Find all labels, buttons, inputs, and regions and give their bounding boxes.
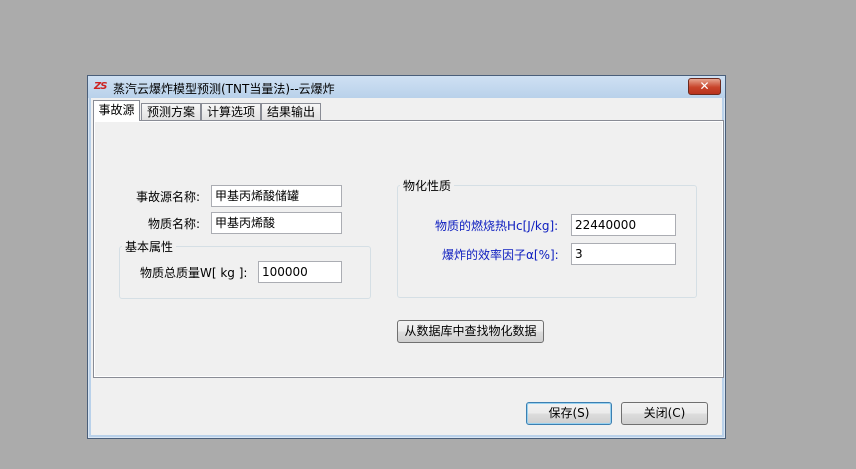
- desktop: { "window": { "title": "蒸汽云爆炸模型预测(TNT当量法…: [0, 0, 856, 469]
- lookup-database-button[interactable]: 从数据库中查找物化数据: [397, 320, 544, 343]
- physchem-properties-group: 物化性质 物质的燃烧热Hc[J/kg]: 22440000 爆炸的效率因子α[%…: [397, 177, 697, 298]
- window-title: 蒸汽云爆炸模型预测(TNT当量法)--云爆炸: [113, 82, 335, 96]
- total-mass-label: 物质总质量W[ kg ]:: [140, 266, 248, 280]
- tab-prediction-plan[interactable]: 预测方案: [141, 103, 201, 120]
- tab-panel-accident-source: 事故源名称: 甲基丙烯酸储罐 物质名称: 甲基丙烯酸 基本属性 物质总质量W[ …: [93, 120, 724, 378]
- close-button[interactable]: 关闭(C): [621, 402, 708, 425]
- title-bar[interactable]: ZS 蒸汽云爆炸模型预测(TNT当量法)--云爆炸 ✕: [88, 76, 725, 98]
- dialog-client: 事故源 预测方案 计算选项 结果输出 事故源名称: 甲基丙烯酸储罐 物质名称: …: [91, 98, 724, 435]
- accident-source-name-label: 事故源名称:: [136, 190, 201, 204]
- tab-accident-source[interactable]: 事故源: [93, 100, 140, 121]
- app-icon: ZS: [94, 81, 107, 92]
- dialog-window: ZS 蒸汽云爆炸模型预测(TNT当量法)--云爆炸 ✕ 事故源 预测方案 计算选…: [87, 75, 726, 439]
- efficiency-factor-label: 爆炸的效率因子α[%]:: [442, 248, 559, 262]
- physchem-properties-title: 物化性质: [400, 177, 455, 194]
- basic-properties-group: 基本属性 物质总质量W[ kg ]: 100000: [119, 238, 371, 299]
- accident-source-name-input[interactable]: 甲基丙烯酸储罐: [211, 185, 342, 207]
- combustion-heat-label: 物质的燃烧热Hc[J/kg]:: [435, 219, 559, 233]
- total-mass-input[interactable]: 100000: [258, 261, 342, 283]
- substance-name-label: 物质名称:: [148, 217, 201, 231]
- close-icon[interactable]: ✕: [688, 78, 721, 95]
- save-button[interactable]: 保存(S): [526, 402, 612, 425]
- basic-properties-title: 基本属性: [122, 238, 177, 255]
- tab-calc-options[interactable]: 计算选项: [201, 103, 261, 120]
- tab-result-output[interactable]: 结果输出: [261, 103, 321, 120]
- efficiency-factor-input[interactable]: 3: [571, 243, 676, 265]
- panel-body: 事故源名称: 甲基丙烯酸储罐 物质名称: 甲基丙烯酸 基本属性 物质总质量W[ …: [95, 122, 722, 376]
- combustion-heat-input[interactable]: 22440000: [571, 214, 676, 236]
- substance-name-input[interactable]: 甲基丙烯酸: [211, 212, 342, 234]
